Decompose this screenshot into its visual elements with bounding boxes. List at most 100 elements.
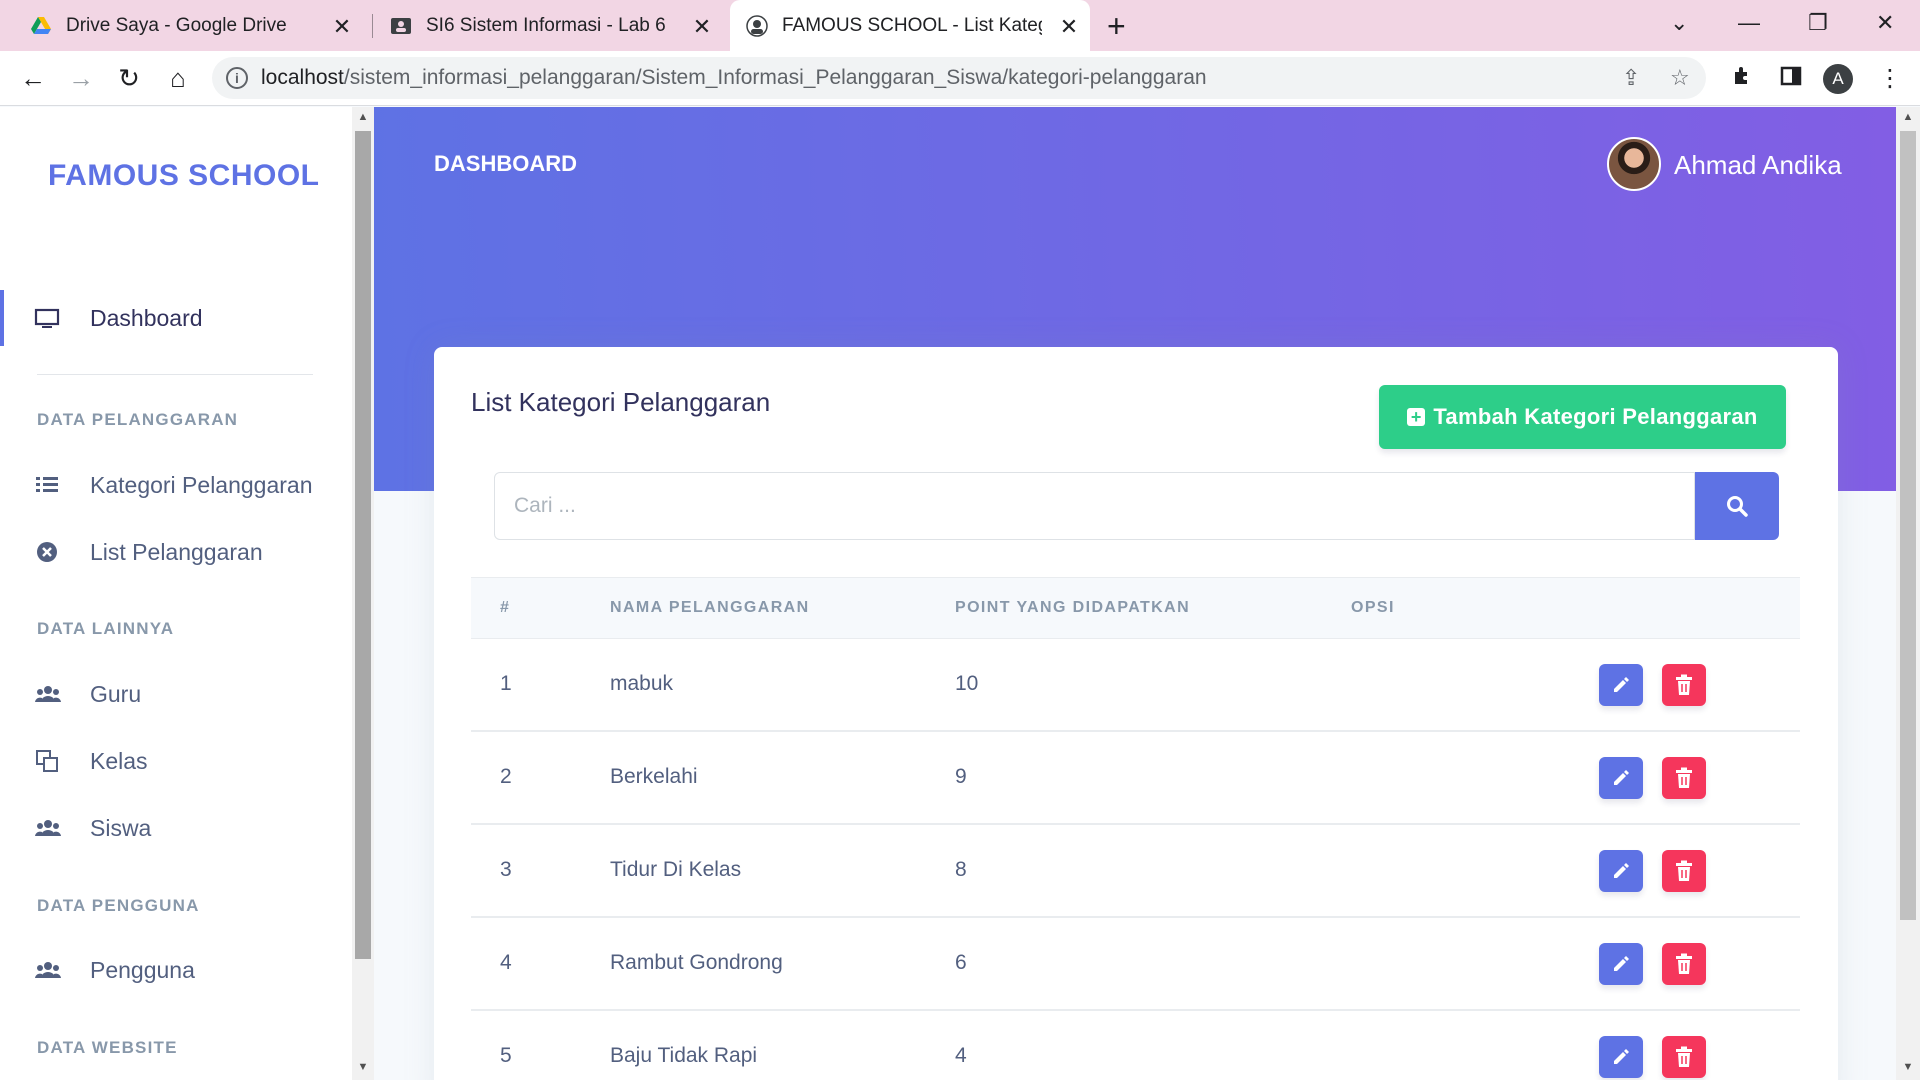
delete-button[interactable] — [1662, 757, 1706, 799]
sidebar-item-label: List Pelanggaran — [90, 538, 263, 565]
share-icon[interactable]: ⇪ — [1622, 65, 1640, 91]
sidebar-item-label: Siswa — [90, 814, 152, 841]
search-button[interactable] — [1695, 472, 1779, 540]
site-info-icon[interactable]: i — [226, 67, 248, 89]
pencil-icon — [1614, 677, 1629, 692]
table-row: 2 Berkelahi 9 — [471, 732, 1800, 825]
edit-button[interactable] — [1599, 664, 1643, 706]
row-number: 1 — [500, 672, 512, 695]
tab-title: SI6 Sistem Informasi - Lab 6 — [426, 14, 666, 36]
card-title: List Kategori Pelanggaran — [471, 387, 771, 417]
home-icon[interactable]: ⌂ — [163, 63, 193, 94]
page-scrollbar[interactable]: ▲ ▼ — [1896, 107, 1920, 1080]
sidebar-item-kelas[interactable]: Kelas — [0, 736, 352, 786]
sidebar-item-siswa[interactable]: Siswa — [0, 803, 352, 853]
section-heading: DATA WEBSITE — [37, 1038, 178, 1057]
menu-kebab-icon[interactable]: ⋮ — [1878, 64, 1902, 93]
tab-search-chevron-icon[interactable]: ⌄ — [1670, 10, 1688, 36]
sidebar-item-kategori-pelanggaran[interactable]: Kategori Pelanggaran — [0, 460, 352, 510]
row-nama: Baju Tidak Rapi — [610, 1044, 758, 1067]
section-heading: DATA PENGGUNA — [37, 896, 200, 915]
brand-logo[interactable]: FAMOUS SCHOOL — [48, 159, 320, 193]
bookmark-star-icon[interactable]: ☆ — [1670, 65, 1690, 91]
trash-icon — [1676, 860, 1692, 881]
user-name[interactable]: Ahmad Andika — [1674, 150, 1842, 181]
delete-button[interactable] — [1662, 850, 1706, 892]
table-row: 1 mabuk 10 — [471, 639, 1800, 732]
row-number: 2 — [500, 765, 512, 788]
column-header-point: POINT YANG DIDAPATKAN — [955, 599, 1191, 616]
sidebar-item-pengguna[interactable]: Pengguna — [0, 945, 352, 995]
scroll-down-arrow-icon[interactable]: ▼ — [1897, 1061, 1919, 1073]
table-row: 4 Rambut Gondrong 6 — [471, 918, 1800, 1011]
users-icon — [34, 681, 61, 707]
tab-famous-school[interactable]: FAMOUS SCHOOL - List Kategori ✕ — [730, 0, 1090, 51]
scrollbar-thumb[interactable] — [1900, 131, 1916, 920]
browser-tab-strip: Drive Saya - Google Drive ✕ SI6 Sistem I… — [0, 0, 1920, 51]
sidebar-item-dashboard[interactable]: Dashboard — [0, 293, 352, 343]
row-nama: Tidur Di Kelas — [610, 858, 742, 881]
tab-google-drive[interactable]: Drive Saya - Google Drive ✕ — [0, 0, 363, 51]
close-window-icon[interactable]: ✕ — [1876, 10, 1894, 36]
page-favicon-icon — [746, 14, 768, 37]
row-nama: mabuk — [610, 672, 674, 695]
classroom-icon — [391, 17, 411, 34]
tab-title: Drive Saya - Google Drive — [66, 14, 287, 36]
row-point: 4 — [955, 1044, 967, 1067]
delete-button[interactable] — [1662, 664, 1706, 706]
delete-button[interactable] — [1662, 943, 1706, 985]
address-bar[interactable]: i localhost/sistem_informasi_pelanggaran… — [212, 57, 1706, 99]
delete-button[interactable] — [1662, 1036, 1706, 1078]
scroll-up-arrow-icon[interactable]: ▲ — [1897, 111, 1919, 123]
sidebar: FAMOUS SCHOOL Dashboard DATA PELANGGARAN… — [0, 107, 352, 1080]
main-content: DASHBOARD Ahmad Andika List Kategori Pel… — [374, 107, 1896, 1080]
close-tab-icon[interactable]: ✕ — [1058, 14, 1080, 40]
browser-toolbar: ← → ↻ ⌂ i localhost/sistem_informasi_pel… — [0, 51, 1920, 106]
minimize-icon[interactable]: — — [1738, 10, 1760, 36]
edit-button[interactable] — [1599, 850, 1643, 892]
side-panel-icon[interactable] — [1779, 64, 1803, 88]
new-tab-icon[interactable]: + — [1107, 8, 1126, 45]
search-icon — [1727, 496, 1748, 517]
trash-icon — [1676, 953, 1692, 974]
tab-classroom[interactable]: SI6 Sistem Informasi - Lab 6 ✕ — [360, 0, 723, 51]
pencil-icon — [1614, 863, 1629, 878]
add-button-label: Tambah Kategori Pelanggaran — [1433, 404, 1758, 429]
close-tab-icon[interactable]: ✕ — [331, 14, 353, 40]
row-point: 10 — [955, 672, 979, 695]
sidebar-item-list-pelanggaran[interactable]: List Pelanggaran — [0, 527, 352, 577]
scrollbar-thumb[interactable] — [355, 131, 371, 959]
monitor-icon — [34, 305, 60, 331]
profile-avatar[interactable]: A — [1823, 64, 1853, 94]
row-number: 4 — [500, 951, 512, 974]
page-title[interactable]: DASHBOARD — [434, 151, 577, 177]
search-input[interactable]: Cari ... — [494, 472, 1695, 540]
back-icon[interactable]: ← — [18, 63, 48, 94]
sidebar-scrollbar[interactable]: ▲ ▼ — [352, 107, 374, 1080]
row-nama: Berkelahi — [610, 765, 698, 788]
pencil-icon — [1614, 1049, 1629, 1064]
scroll-down-arrow-icon[interactable]: ▼ — [352, 1061, 374, 1073]
users-icon — [34, 815, 61, 841]
times-circle-icon — [34, 539, 60, 565]
column-header-number: # — [500, 599, 511, 616]
url-text[interactable]: localhost/sistem_informasi_pelanggaran/S… — [261, 66, 1207, 90]
tab-title: FAMOUS SCHOOL - List Kategori — [782, 14, 1042, 36]
users-icon — [34, 957, 61, 983]
sidebar-item-label: Kelas — [90, 747, 148, 774]
extensions-icon[interactable] — [1731, 64, 1755, 88]
restore-icon[interactable]: ❐ — [1808, 10, 1828, 36]
add-kategori-button[interactable]: + Tambah Kategori Pelanggaran — [1379, 385, 1786, 449]
table-row: 3 Tidur Di Kelas 8 — [471, 825, 1800, 918]
edit-button[interactable] — [1599, 1036, 1643, 1078]
sidebar-item-label: Pengguna — [90, 956, 195, 983]
edit-button[interactable] — [1599, 757, 1643, 799]
edit-button[interactable] — [1599, 943, 1643, 985]
user-avatar[interactable] — [1607, 137, 1661, 191]
scroll-up-arrow-icon[interactable]: ▲ — [352, 111, 374, 123]
sidebar-item-guru[interactable]: Guru — [0, 669, 352, 719]
row-number: 5 — [500, 1044, 512, 1067]
close-tab-icon[interactable]: ✕ — [691, 14, 713, 40]
forward-icon[interactable]: → — [66, 63, 96, 94]
reload-icon[interactable]: ↻ — [114, 63, 144, 94]
